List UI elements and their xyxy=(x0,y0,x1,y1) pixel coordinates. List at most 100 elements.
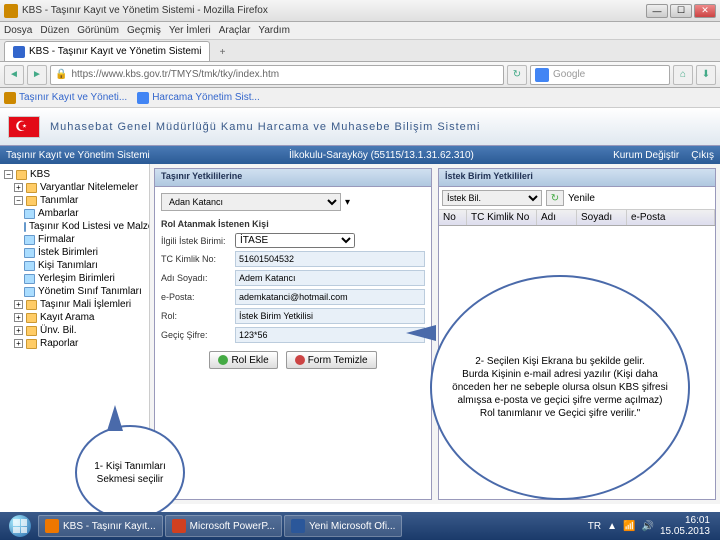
reload-button[interactable]: ↻ xyxy=(507,65,527,85)
tree-node[interactable]: +Varyantlar Nitelemeler xyxy=(4,181,145,194)
google-icon xyxy=(535,68,549,82)
officer-select[interactable]: Adan Katancı xyxy=(161,193,341,211)
col-no[interactable]: No xyxy=(439,210,467,225)
tree-label: KBS xyxy=(30,169,50,180)
field-label: Rol: xyxy=(161,311,231,321)
bookmark-bar: Taşınır Kayıt ve Yöneti... Harcama Yönet… xyxy=(0,88,720,108)
unit-select[interactable]: İTASE xyxy=(235,233,355,248)
network-icon[interactable]: 📶 xyxy=(623,521,635,532)
folder-icon xyxy=(26,183,37,193)
role-field[interactable]: İstek Birim Yetkilisi xyxy=(235,308,425,324)
col-name[interactable]: Adı xyxy=(537,210,577,225)
start-button[interactable] xyxy=(4,514,36,538)
page-icon xyxy=(24,261,35,271)
refresh-button[interactable]: ↻ xyxy=(546,190,564,206)
expand-icon[interactable]: + xyxy=(14,313,23,322)
filter-select[interactable]: İstek Bil. xyxy=(442,190,542,206)
expand-icon[interactable]: + xyxy=(14,326,23,335)
expand-icon[interactable]: + xyxy=(14,183,23,192)
tree-node[interactable]: +Raporlar xyxy=(4,337,145,350)
bookmark-item[interactable]: Taşınır Kayıt ve Yöneti... xyxy=(4,92,127,104)
taskbar-item[interactable]: Microsoft PowerP... xyxy=(165,515,282,537)
menu-file[interactable]: Dosya xyxy=(4,25,32,36)
search-box[interactable]: Google xyxy=(530,65,670,85)
section-title: Rol Atanmak İstenen Kişi xyxy=(161,219,425,229)
tree-label: İstek Birimleri xyxy=(38,247,98,258)
tree-label: Ambarlar xyxy=(38,208,79,219)
grid-toolbar: İstek Bil. ↻ Yenile xyxy=(439,187,715,210)
collapse-icon[interactable]: − xyxy=(14,196,23,205)
page-icon xyxy=(24,209,35,219)
tray-flag-icon[interactable]: ▲ xyxy=(607,521,617,532)
folder-icon xyxy=(26,196,37,206)
taskbar-item[interactable]: KBS - Taşınır Kayıt... xyxy=(38,515,163,537)
window-title: KBS - Taşınır Kayıt ve Yönetim Sistemi -… xyxy=(22,5,646,16)
language-indicator[interactable]: TR xyxy=(588,521,601,532)
expand-icon[interactable]: + xyxy=(14,339,23,348)
new-tab-button[interactable]: + xyxy=(212,43,232,61)
page-icon xyxy=(24,248,35,258)
page-icon xyxy=(24,287,35,297)
taskbar-item[interactable]: Yeni Microsoft Ofi... xyxy=(284,515,402,537)
forward-button[interactable]: ► xyxy=(27,65,47,85)
menu-help[interactable]: Yardım xyxy=(258,25,290,36)
task-label: Microsoft PowerP... xyxy=(190,521,275,532)
tc-field[interactable]: 51601504532 xyxy=(235,251,425,267)
menu-bookmarks[interactable]: Yer İmleri xyxy=(169,25,211,36)
close-button[interactable]: ✕ xyxy=(694,4,716,18)
browser-tab[interactable]: KBS - Taşınır Kayıt ve Yönetim Sistemi xyxy=(4,41,210,61)
maximize-button[interactable]: ☐ xyxy=(670,4,692,18)
menu-view[interactable]: Görünüm xyxy=(77,25,119,36)
minimize-button[interactable]: — xyxy=(646,4,668,18)
bookmark-item[interactable]: Harcama Yönetim Sist... xyxy=(137,92,260,104)
tree-leaf[interactable]: Taşınır Kod Listesi ve Malzemeler xyxy=(4,220,145,233)
tree-leaf-person-defs[interactable]: Kişi Tanımları xyxy=(4,259,145,272)
download-button[interactable]: ⬇ xyxy=(696,65,716,85)
tree-leaf[interactable]: Ambarlar xyxy=(4,207,145,220)
tree-node[interactable]: +Kayıt Arama xyxy=(4,311,145,324)
button-label: Rol Ekle xyxy=(231,355,268,366)
tree-label: Tanımlar xyxy=(40,195,78,206)
bookmark-label: Harcama Yönetim Sist... xyxy=(152,92,260,103)
url-bar[interactable]: 🔒 https://www.kbs.gov.tr/TMYS/tmk/tky/in… xyxy=(50,65,504,85)
tree-label: Firmalar xyxy=(38,234,75,245)
page-icon xyxy=(24,222,26,232)
app-title: Muhasebat Genel Müdürlüğü Kamu Harcama v… xyxy=(50,121,480,133)
menu-edit[interactable]: Düzen xyxy=(40,25,69,36)
volume-icon[interactable]: 🔊 xyxy=(641,521,653,532)
tree-leaf[interactable]: Yerleşim Birimleri xyxy=(4,272,145,285)
expand-icon[interactable]: + xyxy=(14,300,23,309)
folder-icon xyxy=(26,300,37,310)
tree-leaf[interactable]: Firmalar xyxy=(4,233,145,246)
tree-node[interactable]: +Ünv. Bil. xyxy=(4,324,145,337)
menu-history[interactable]: Geçmiş xyxy=(127,25,161,36)
temp-password-field[interactable]: 123*56 xyxy=(235,327,425,343)
clear-form-button[interactable]: Form Temizle xyxy=(286,351,377,369)
add-role-button[interactable]: Rol Ekle xyxy=(209,351,277,369)
collapse-icon[interactable]: − xyxy=(4,170,13,179)
search-placeholder: Google xyxy=(553,69,585,80)
col-email[interactable]: e-Posta xyxy=(627,210,715,225)
refresh-label[interactable]: Yenile xyxy=(568,193,595,204)
change-org-link[interactable]: Kurum Değiştir xyxy=(613,150,679,161)
tree-leaf[interactable]: Yönetim Sınıf Tanımları xyxy=(4,285,145,298)
tree-leaf[interactable]: İstek Birimleri xyxy=(4,246,145,259)
home-button[interactable]: ⌂ xyxy=(673,65,693,85)
tree-root[interactable]: − KBS xyxy=(4,168,145,181)
callout-text: 2- Seçilen Kişi Ekrana bu şekilde gelir.… xyxy=(444,355,676,420)
powerpoint-icon xyxy=(172,519,186,533)
word-icon xyxy=(291,519,305,533)
name-field[interactable]: Adem Katancı xyxy=(235,270,425,286)
tree-node[interactable]: +Taşınır Mali İşlemleri xyxy=(4,298,145,311)
callout-text: 1- Kişi Tanımları Sekmesi seçilir xyxy=(89,460,171,486)
tree-node-definitions[interactable]: − Tanımlar xyxy=(4,194,145,207)
col-tc[interactable]: TC Kimlik No xyxy=(467,210,537,225)
clock[interactable]: 16:01 15.05.2013 xyxy=(660,515,710,537)
firefox-icon xyxy=(45,519,59,533)
email-field[interactable]: ademkatanci@hotmail.com xyxy=(235,289,425,305)
menu-tools[interactable]: Araçlar xyxy=(219,25,251,36)
logout-link[interactable]: Çıkış xyxy=(691,150,714,161)
back-button[interactable]: ◄ xyxy=(4,65,24,85)
col-surname[interactable]: Soyadı xyxy=(577,210,627,225)
firefox-icon xyxy=(4,4,18,18)
